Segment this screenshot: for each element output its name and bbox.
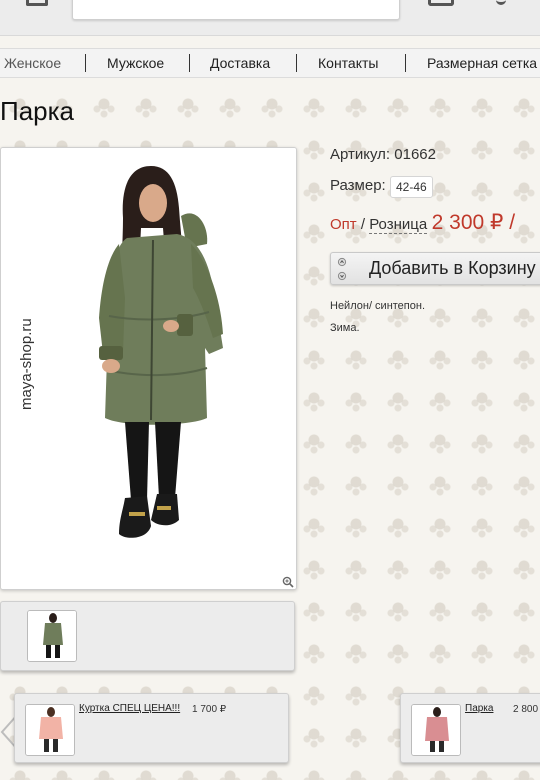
product-thumbnail[interactable] (27, 610, 77, 662)
related-product-price: 2 800 ₽ (513, 704, 540, 715)
nav-item-size-chart[interactable]: Размерная сетка (427, 55, 537, 71)
price-separator: / (356, 216, 370, 233)
nav-divider (189, 54, 190, 72)
material-text: Нейлон/ синтепон. (330, 300, 426, 312)
related-product-image[interactable] (411, 704, 461, 756)
zoom-icon[interactable] (282, 576, 294, 588)
related-product-price: 1 700 ₽ (192, 704, 227, 715)
size-badge[interactable]: 42-46 (390, 176, 433, 198)
search-input[interactable] (72, 0, 400, 20)
wholesale-label[interactable]: Опт (330, 216, 357, 233)
season-text: Зима. (330, 322, 360, 334)
article-line: Артикул: 01662 (330, 146, 436, 163)
related-product-name[interactable]: Куртка СПЕЦ ЦЕНА!!! (79, 703, 180, 714)
add-to-cart-label: Добавить в Корзину (369, 258, 536, 278)
product-photo[interactable]: maya-shop.ru (0, 147, 297, 590)
related-product-card[interactable]: Парка 2 800 ₽ (400, 693, 540, 763)
nav-item-delivery[interactable]: Доставка (210, 55, 270, 71)
nav-divider (405, 54, 406, 72)
watermark-text: maya-shop.ru (18, 318, 35, 410)
retail-label[interactable]: Розница (369, 216, 428, 234)
main-nav: Женское Мужское Доставка Контакты Размер… (0, 48, 540, 78)
related-product-name[interactable]: Парка (465, 703, 493, 714)
stepper-icon (337, 257, 347, 281)
price-row: Опт / Розница 2 300 ₽ / (330, 210, 515, 235)
related-product-card[interactable]: Куртка СПЕЦ ЦЕНА!!! 1 700 ₽ (14, 693, 289, 763)
nav-item-women[interactable]: Женское (4, 55, 61, 71)
menu-icon[interactable] (26, 0, 48, 6)
user-icon[interactable] (496, 0, 506, 5)
article-value: 01662 (394, 146, 436, 163)
nav-divider (296, 54, 297, 72)
size-label: Размер: (330, 177, 386, 194)
add-to-cart-button[interactable]: Добавить в Корзину (330, 252, 540, 285)
top-header (0, 0, 540, 36)
nav-item-contacts[interactable]: Контакты (318, 55, 378, 71)
nav-item-men[interactable]: Мужское (107, 55, 164, 71)
price-value: 2 300 ₽ / (431, 211, 516, 234)
thumbnail-strip (0, 601, 295, 671)
article-label: Артикул: (330, 146, 391, 163)
cart-icon[interactable] (428, 0, 454, 6)
page-title: Парка (0, 96, 75, 126)
related-product-image[interactable] (25, 704, 75, 756)
nav-divider (85, 54, 86, 72)
